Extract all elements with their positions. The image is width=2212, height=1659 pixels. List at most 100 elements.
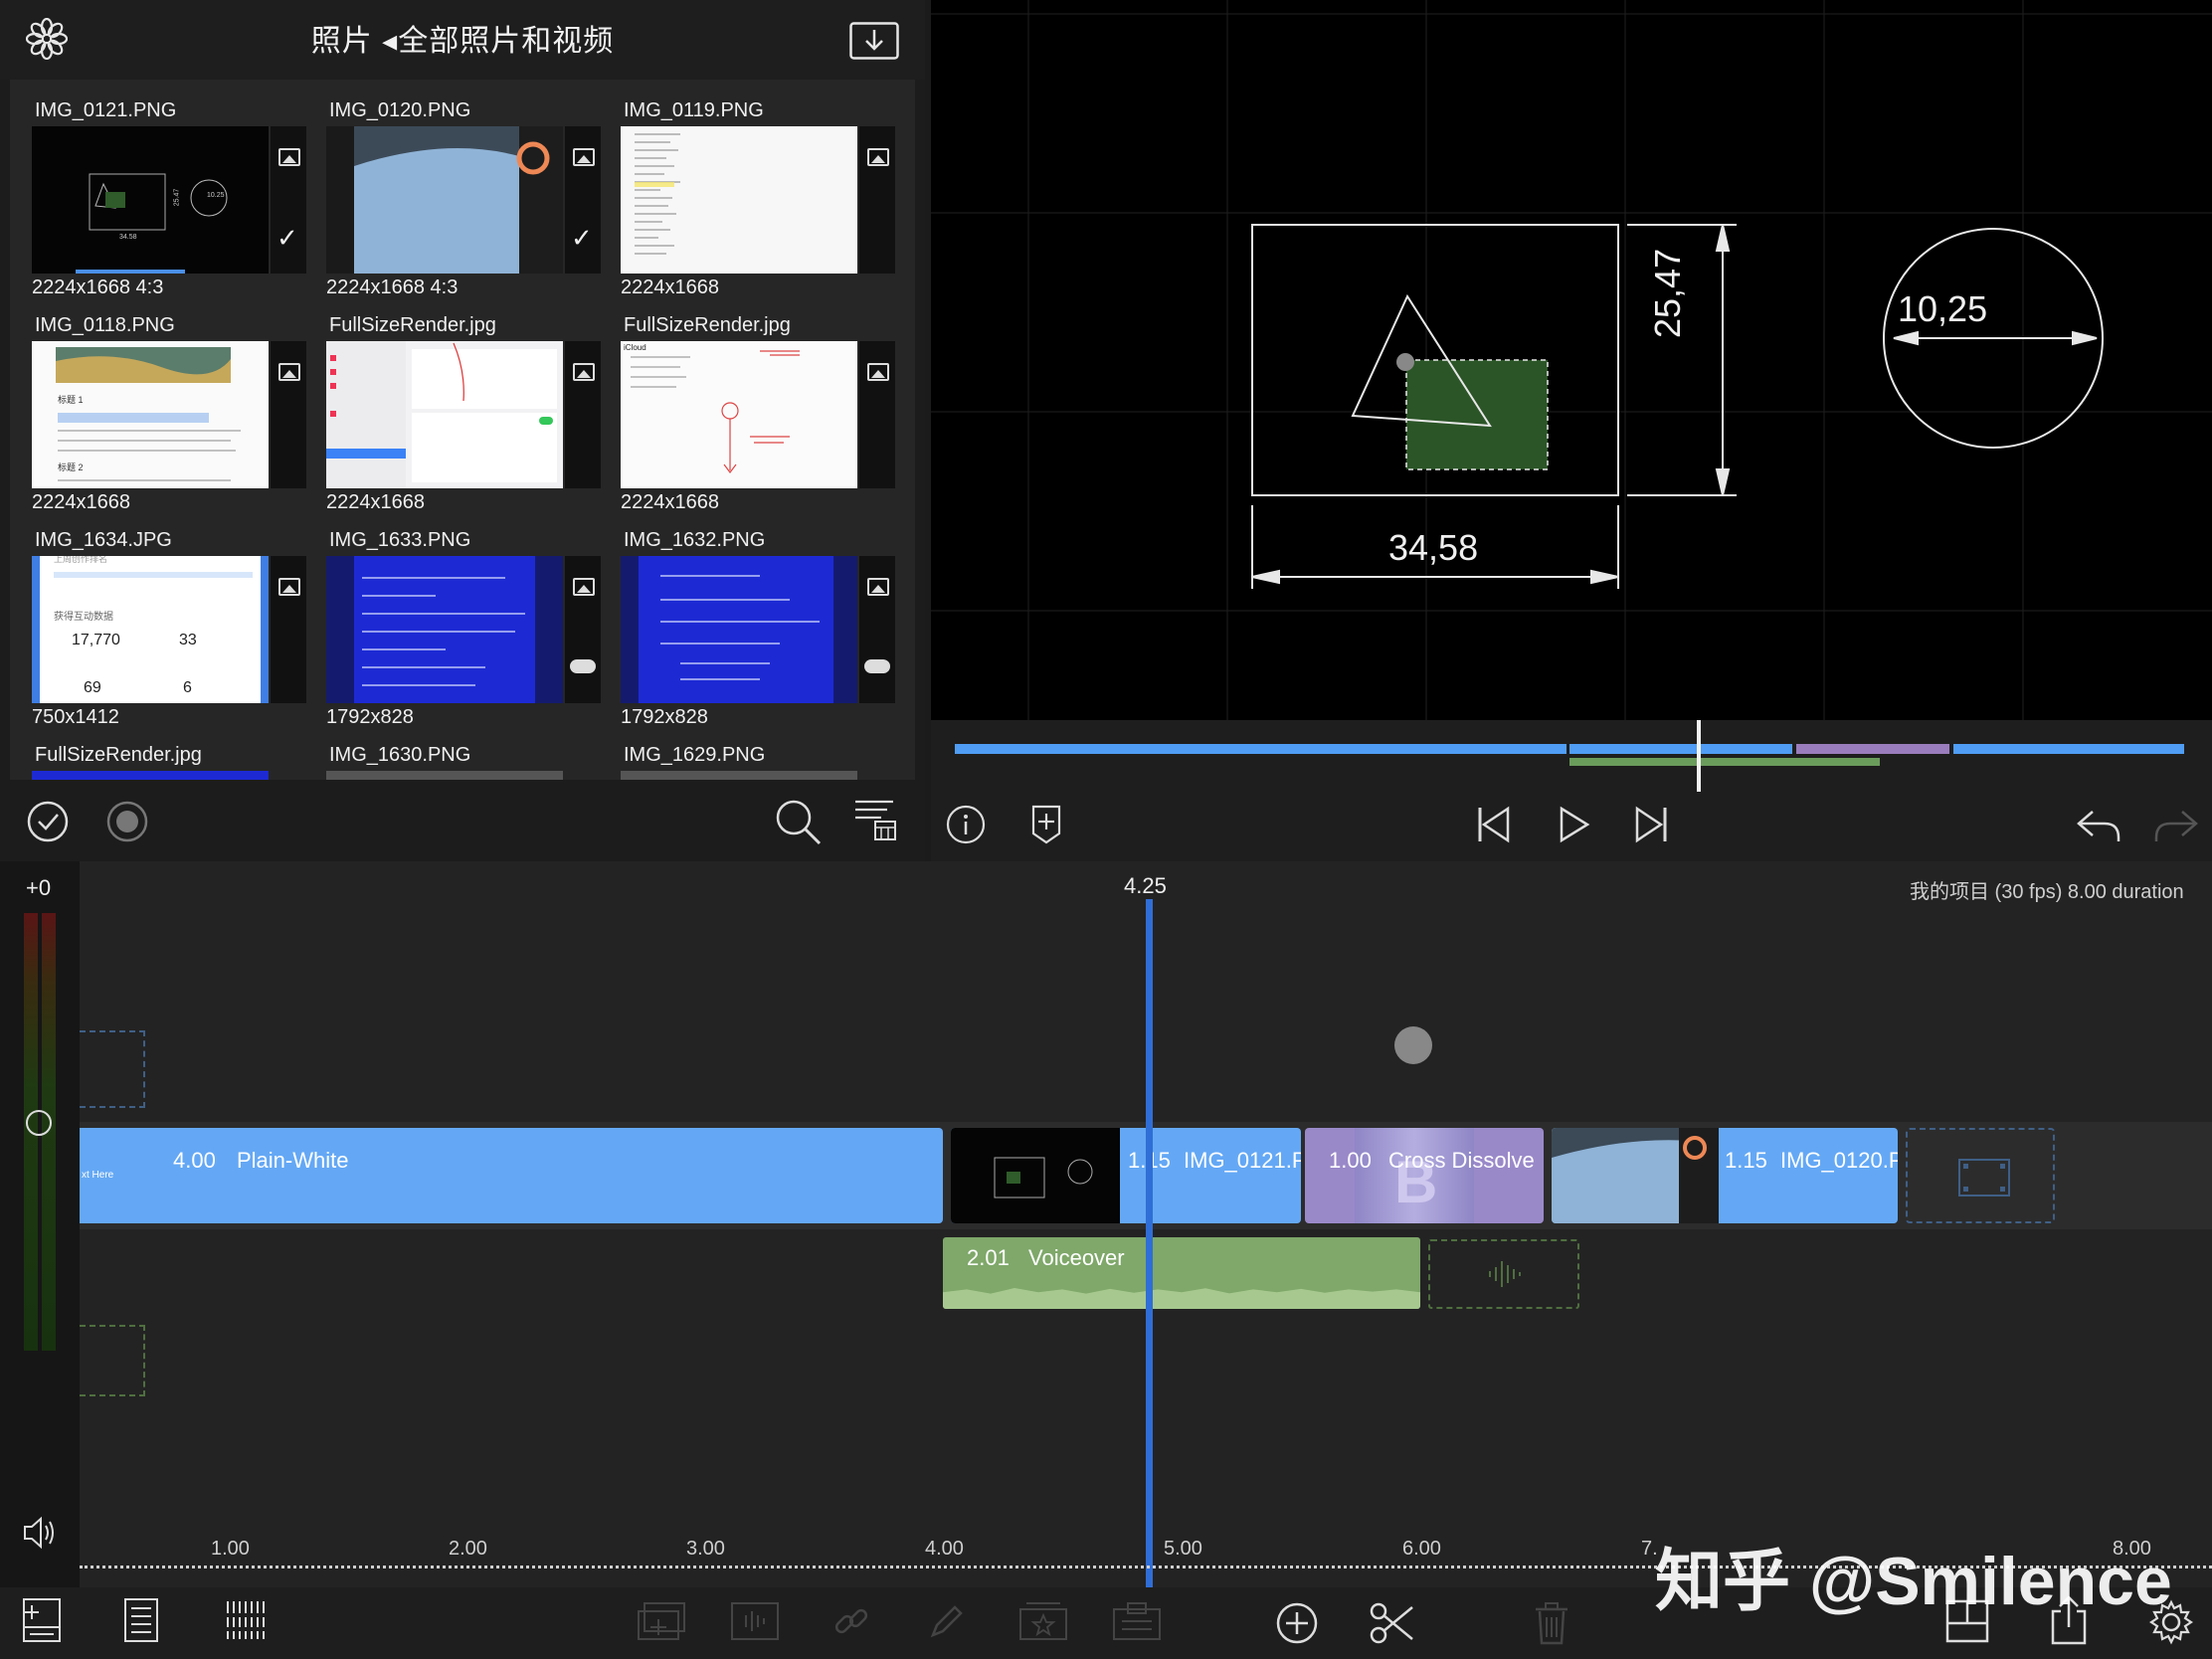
media-item-badges: ✓ bbox=[271, 126, 306, 274]
album-title[interactable]: 照片 ◂全部照片和视频 bbox=[0, 16, 925, 60]
photo-icon bbox=[867, 578, 889, 596]
media-item-name: IMG_1630.PNG bbox=[329, 744, 471, 766]
clip-name: IMG_0120.P bbox=[1780, 1148, 1898, 1173]
clip-subtext: xt Here bbox=[82, 1170, 114, 1181]
playhead[interactable] bbox=[1146, 899, 1153, 1605]
clip-duration: 4.00 bbox=[173, 1148, 216, 1173]
playhead-time: 4.25 bbox=[1124, 873, 1167, 898]
add-clip-placeholder[interactable] bbox=[1906, 1128, 2055, 1223]
favorite-clip-icon bbox=[1018, 1601, 1068, 1641]
info-icon[interactable] bbox=[945, 804, 987, 845]
media-thumbnail: 34.58 25.47 10.25 bbox=[32, 126, 269, 274]
media-thumbnail bbox=[326, 771, 563, 780]
watermark: 知乎 @Smilence bbox=[1655, 1544, 2172, 1619]
preview-viewer[interactable]: 34,58 25,47 10,25 bbox=[931, 0, 2212, 720]
scrubber-segment[interactable] bbox=[1953, 744, 2184, 754]
media-item[interactable]: IMG_1633.PNG 1792x828 bbox=[304, 509, 601, 728]
add-overlay-dot[interactable] bbox=[1394, 1026, 1432, 1064]
media-item[interactable]: FullSizeRender.jpg bbox=[10, 724, 298, 780]
search-icon[interactable] bbox=[774, 798, 822, 845]
add-icon[interactable] bbox=[1275, 1601, 1319, 1645]
media-thumbnail: 标题 1 标题 2 bbox=[32, 341, 269, 488]
speaker-icon[interactable] bbox=[22, 1516, 58, 1550]
media-footer bbox=[0, 780, 925, 861]
clip-duration: 1.15 bbox=[1725, 1148, 1767, 1173]
select-check-icon[interactable] bbox=[26, 800, 70, 843]
media-item[interactable]: IMG_0118.PNG 标题 1 标题 2 2224x1668 bbox=[10, 294, 306, 513]
timeline-offset: +0 bbox=[26, 875, 52, 900]
clip-list-icon[interactable] bbox=[123, 1597, 159, 1643]
title-clip[interactable]: 4.00 Plain-White xt Here bbox=[80, 1128, 943, 1223]
scrubber-segment[interactable] bbox=[955, 744, 1567, 754]
record-icon[interactable] bbox=[105, 800, 149, 843]
media-item[interactable]: FullSizeRender.jpg bbox=[304, 294, 601, 513]
add-track-icon[interactable] bbox=[22, 1597, 62, 1643]
photo-icon bbox=[278, 578, 300, 596]
media-item[interactable]: IMG_1630.PNG bbox=[304, 724, 593, 780]
media-item[interactable]: IMG_0119.PNG 2224x1668 bbox=[599, 80, 895, 298]
overlay-placeholder[interactable] bbox=[80, 1030, 145, 1108]
media-item-badges bbox=[271, 556, 306, 703]
media-item[interactable]: IMG_0120.PNG ✓ 2224x1668 4:3 bbox=[304, 80, 601, 298]
media-item[interactable]: FullSizeRender.jpg iCloud 2224x1668 bbox=[599, 294, 895, 513]
thumb-text: 17,770 bbox=[72, 632, 120, 648]
skip-forward-icon[interactable] bbox=[1633, 806, 1669, 843]
photo-icon bbox=[278, 363, 300, 381]
media-thumbnail bbox=[621, 126, 857, 274]
transport-bar bbox=[931, 720, 2212, 861]
trash-icon bbox=[1534, 1601, 1569, 1645]
clip-name: Cross Dissolve bbox=[1388, 1148, 1535, 1173]
add-audio-placeholder[interactable] bbox=[1428, 1239, 1579, 1309]
media-thumbnail bbox=[326, 126, 563, 274]
media-item-badges bbox=[859, 556, 895, 703]
scrubber-segment[interactable] bbox=[1796, 744, 1949, 754]
waveform-grid-icon[interactable] bbox=[225, 1597, 267, 1643]
checkmark-icon: ✓ bbox=[571, 223, 593, 253]
scrubber-segment[interactable] bbox=[1569, 744, 1792, 754]
photo-icon bbox=[278, 148, 300, 166]
tick-label: 2.00 bbox=[449, 1538, 487, 1560]
photo-icon bbox=[867, 363, 889, 381]
thumb-text: 33 bbox=[179, 632, 197, 648]
photo-icon bbox=[867, 148, 889, 166]
video-clip[interactable]: 1.15 IMG_0120.P bbox=[1552, 1128, 1898, 1223]
media-item[interactable]: IMG_0121.PNG 34.58 25.47 10.25 ✓ 2224x16… bbox=[10, 80, 306, 298]
tick-label: 4.00 bbox=[925, 1538, 964, 1560]
link-icon bbox=[831, 1601, 871, 1641]
import-icon[interactable] bbox=[849, 22, 899, 60]
audio-lane-placeholder[interactable] bbox=[80, 1325, 145, 1396]
media-thumbnail bbox=[326, 556, 563, 703]
clip-name: Plain-White bbox=[237, 1148, 349, 1173]
redo-icon[interactable] bbox=[2152, 808, 2200, 843]
media-item[interactable]: IMG_1629.PNG bbox=[599, 724, 887, 780]
tick-label: 3.00 bbox=[686, 1538, 725, 1560]
media-item-name: IMG_0120.PNG bbox=[329, 99, 471, 121]
scrubber-audio-segment[interactable] bbox=[1569, 758, 1880, 766]
media-item-name: IMG_1629.PNG bbox=[624, 744, 766, 766]
media-thumbnail bbox=[32, 771, 269, 780]
clip-name: IMG_0121.P bbox=[1184, 1148, 1301, 1173]
media-browser: 照片 ◂全部照片和视频 IMG_0121.PNG 34.58 25.47 10.… bbox=[0, 0, 925, 861]
clipboard-icon bbox=[1112, 1601, 1162, 1641]
thumb-dim-width: 34.58 bbox=[119, 234, 137, 241]
tick-label: 1.00 bbox=[211, 1538, 250, 1560]
cloud-icon bbox=[864, 659, 890, 673]
add-marker-icon[interactable] bbox=[1030, 804, 1062, 845]
transition-clip[interactable]: B 1.00 Cross Dissolve bbox=[1305, 1128, 1544, 1223]
undo-icon[interactable] bbox=[2075, 808, 2122, 843]
scissors-icon[interactable] bbox=[1369, 1599, 1416, 1647]
volume-knob[interactable] bbox=[26, 1110, 52, 1136]
media-item-badges: ✓ bbox=[565, 126, 601, 274]
media-item-name: IMG_0118.PNG bbox=[35, 314, 175, 336]
thumb-text: 获得互动数据 bbox=[54, 612, 113, 623]
voiceover-clip[interactable]: 2.01 Voiceover bbox=[943, 1237, 1420, 1309]
video-clip[interactable]: 1.15 IMG_0121.P bbox=[951, 1128, 1301, 1223]
sort-list-icon[interactable] bbox=[853, 798, 897, 841]
play-icon[interactable] bbox=[1558, 806, 1591, 843]
media-item[interactable]: IMG_1634.JPG 上周创作排名 获得互动数据 17,770 33 69 … bbox=[10, 509, 306, 728]
dimension-width: 34,58 bbox=[1388, 527, 1479, 568]
media-item-name: IMG_1634.JPG bbox=[35, 529, 172, 551]
scrubber-playhead[interactable] bbox=[1697, 720, 1701, 792]
skip-back-icon[interactable] bbox=[1476, 806, 1512, 843]
media-item[interactable]: IMG_1632.PNG 1792x828 bbox=[599, 509, 895, 728]
